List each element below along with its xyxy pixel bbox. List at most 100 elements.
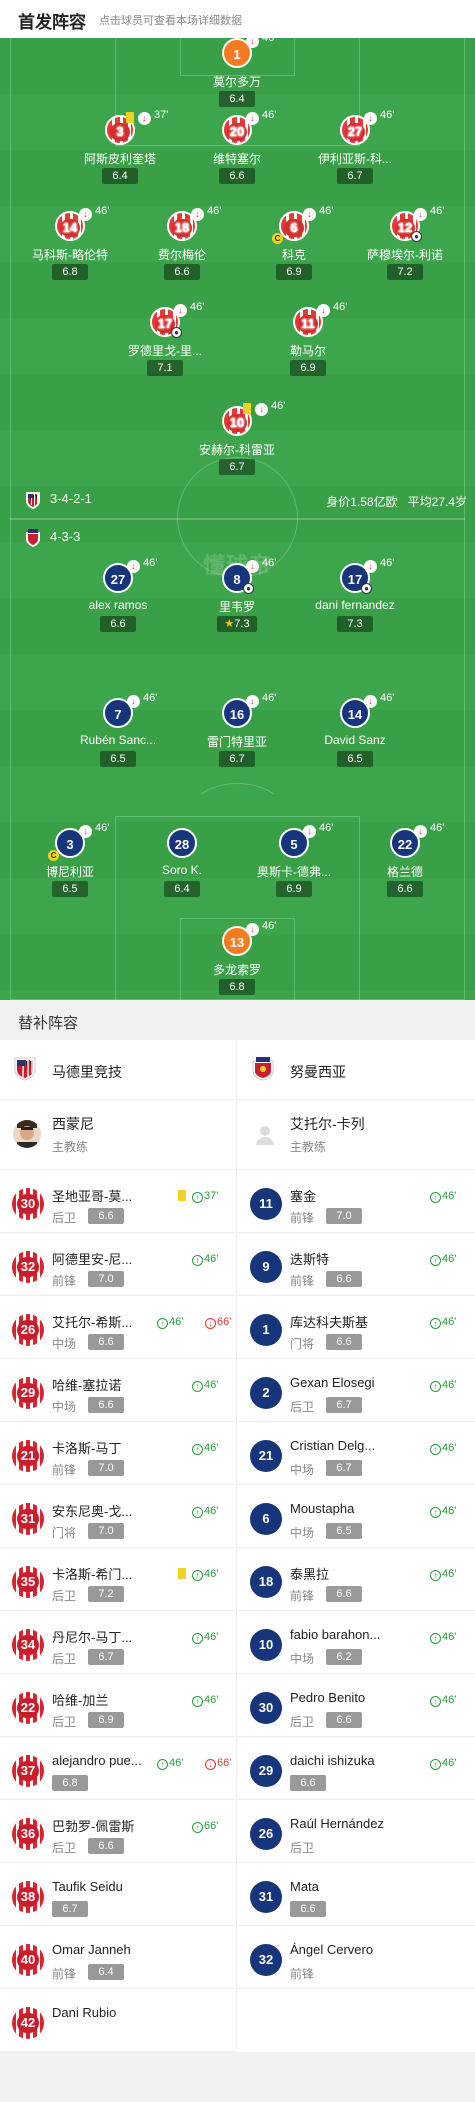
sub-player-name: 泰黑拉 [290, 1567, 330, 1582]
away-team-row[interactable]: 努曼西亚 [238, 1040, 475, 1100]
home-subs-row[interactable]: 38 Taufik Seidu 6.7 [0, 1863, 237, 1926]
sub-in-marker: ↑ 46' [430, 1757, 456, 1770]
home-formation: 3-4-2-1 [50, 491, 92, 506]
player-name: 罗德里戈-里... [128, 344, 202, 358]
home-subs-row[interactable]: 31 安东尼奥-戈... 门将 7.0 ↑ 46' [0, 1485, 237, 1548]
home-player-0[interactable]: 1 ↓ 46' 莫尔多万 6.4 [177, 38, 297, 108]
away-subs-row[interactable]: 30 Pedro Benito 后卫 6.6 ↑ 46' [238, 1674, 475, 1737]
sub-out-icon: ↓ [414, 825, 427, 838]
sub-rating: 6.7 [52, 1901, 88, 1917]
home-subs-row[interactable]: 35 卡洛斯-希门... 后卫 7.2 ↑ 46' [0, 1548, 237, 1611]
sub-rating: 6.6 [326, 1271, 362, 1287]
away-player-1[interactable]: 8 ↓ 46' ● 里韦罗 ★7.3 [177, 557, 297, 633]
sub-out-icon: ↓ [303, 208, 316, 221]
sub-out-icon: ↓ [364, 560, 377, 573]
sub-out-icon: ↓ [364, 112, 377, 125]
sub-player-name: Taufik Seidu [52, 1879, 123, 1894]
sub-rating: 6.6 [88, 1334, 124, 1350]
sub-out-icon: ↓ [205, 1759, 216, 1770]
home-player-1[interactable]: 3 ↓ 37' 阿斯皮利奎塔 6.4 [60, 109, 180, 185]
away-subs-row[interactable]: 26 Raúl Hernández 后卫 [238, 1800, 475, 1863]
away-player-10[interactable]: 13 ↓ 46' 多龙索罗 6.8 [177, 920, 297, 996]
away-subs-row[interactable]: 9 迭斯特 前锋 6.6 ↑ 46' [238, 1233, 475, 1296]
numancia-logo-icon [252, 1057, 274, 1081]
sub-out-marker: ↓ 66' [205, 1757, 231, 1770]
home-player-10[interactable]: 10 ↓ 46' 安赫尔-科雷亚 6.7 [177, 400, 297, 476]
sub-in-marker: ↑ 37' [192, 1190, 218, 1203]
away-player-2[interactable]: 17 ↓ 46' ● dani fernandez 7.3 [295, 557, 415, 633]
jersey-number: 22 [12, 1692, 44, 1724]
sub-player-name: Dani Rubio [52, 2005, 117, 2020]
home-subs-row[interactable]: 30 圣地亚哥-莫... 后卫 6.6 ↑ 37' [0, 1170, 237, 1233]
away-subs-row[interactable]: 11 塞金 前锋 7.0 ↑ 46' [238, 1170, 475, 1233]
away-coach-row[interactable]: 艾托尔-卡列 主教练 [238, 1100, 475, 1170]
away-player-4[interactable]: 16 ↓ 46' 雷门特里亚 6.7 [177, 692, 297, 768]
sub-minute: 46' [319, 822, 334, 834]
sub-out-icon: ↓ [414, 208, 427, 221]
home-player-4[interactable]: 14 ↓ 46' 马科斯-略伦特 6.8 [10, 205, 130, 281]
jersey-number: 32 [12, 1251, 44, 1283]
player-rating: ★7.3 [217, 616, 257, 632]
away-player-8[interactable]: 5 ↓ 46' 奥斯卡-德弗... 6.9 [234, 822, 354, 898]
home-player-5[interactable]: 18 ↓ 46' 费尔梅伦 6.6 [122, 205, 242, 281]
home-subs-row[interactable]: 32 阿德里安-尼... 前锋 7.0 ↑ 46' [0, 1233, 237, 1296]
sub-player-name: 塞金 [290, 1189, 317, 1204]
home-player-7[interactable]: 12 ↓ 46' ● 萨穆埃尔-利诺 7.2 [345, 205, 465, 281]
away-player-0[interactable]: 27 ↓ 46' alex ramos 6.6 [58, 557, 178, 633]
sub-position: 前锋 [52, 1967, 77, 1981]
home-player-2[interactable]: 20 ↓ 46' 维特塞尔 6.6 [177, 109, 297, 185]
away-subs-row[interactable]: 2 Gexan Elosegi 后卫 6.7 ↑ 46' [238, 1359, 475, 1422]
away-subs-row[interactable]: 31 Mata 6.6 [238, 1863, 475, 1926]
home-coach-role: 主教练 [52, 1140, 89, 1154]
home-coach-row[interactable]: 西蒙尼 主教练 [0, 1100, 237, 1170]
sub-in-marker: ↑ 46' [430, 1190, 456, 1203]
away-subs-row[interactable]: 21 Cristian Delg... 中场 6.7 ↑ 46' [238, 1422, 475, 1485]
home-subs-row[interactable]: 34 丹尼尔-马丁... 后卫 6.7 ↑ 46' [0, 1611, 237, 1674]
captain-badge-icon: C [48, 850, 59, 861]
home-subs-row[interactable]: 37 alejandro pue... 6.8 ↓ 66' ↑ 46' [0, 1737, 237, 1800]
player-rating: 6.7 [219, 459, 255, 475]
away-subs-row[interactable]: 32 Ángel Cervero 前锋 [238, 1926, 475, 1989]
sub-player-name: Gexan Elosegi [290, 1375, 375, 1390]
sub-position: 前锋 [52, 1463, 77, 1477]
away-player-5[interactable]: 14 ↓ 46' David Sanz 6.5 [295, 692, 415, 768]
sub-minute: 46' [380, 692, 395, 704]
home-player-3[interactable]: 27 ↓ 46' 伊利亚斯-科... 6.7 [295, 109, 415, 185]
sub-minute: 46' [143, 557, 158, 569]
sub-in-icon: ↑ [192, 1633, 203, 1644]
away-subs-row[interactable]: 18 泰黑拉 前锋 6.6 ↑ 46' [238, 1548, 475, 1611]
home-subs-row[interactable]: 36 巴勃罗-佩雷斯 后卫 6.6 ↑ 66' [0, 1800, 237, 1863]
away-subs-column: 努曼西亚 艾托尔-卡列 主教练 11 塞金 前锋 7.0 ↑ 46' 9 迭斯特 前锋 6.6 ↑ 4… [238, 1040, 475, 2050]
goal-ball-icon: ● [361, 583, 372, 594]
home-subs-row[interactable]: 21 卡洛斯-马丁 前锋 7.0 ↑ 46' [0, 1422, 237, 1485]
home-player-9[interactable]: 11 ↓ 46' 勒马尔 6.9 [248, 301, 368, 377]
home-player-6[interactable]: 6 ↓ 46' C 科克 6.9 [234, 205, 354, 281]
sub-minute: 46' [262, 109, 277, 121]
away-player-9[interactable]: 22 ↓ 46' 格兰德 6.6 [345, 822, 465, 898]
player-rating: 6.6 [219, 168, 255, 184]
player-rating: 6.7 [219, 751, 255, 767]
sub-rating: 6.7 [88, 1649, 124, 1665]
home-team-row[interactable]: 马德里竞技 [0, 1040, 237, 1100]
away-subs-row[interactable]: 10 fabio barahon... 中场 6.2 ↑ 46' [238, 1611, 475, 1674]
sub-in-icon: ↑ [430, 1444, 441, 1455]
sub-player-name: Cristian Delg... [290, 1438, 376, 1453]
home-subs-row[interactable]: 40 Omar Janneh 前锋 6.4 [0, 1926, 237, 1989]
away-subs-row[interactable]: 1 库达科夫斯基 门将 6.6 ↑ 46' [238, 1296, 475, 1359]
jersey-number: 18 [250, 1566, 282, 1598]
away-subs-row[interactable]: 6 Moustapha 中场 6.5 ↑ 46' [238, 1485, 475, 1548]
away-subs-row[interactable]: 29 daichi ishizuka 6.6 ↑ 46' [238, 1737, 475, 1800]
home-subs-row[interactable]: 29 哈维-塞拉诺 中场 6.6 ↑ 46' [0, 1359, 237, 1422]
sub-minute: 46' [95, 205, 110, 217]
goal-ball-icon: ● [171, 327, 182, 338]
away-player-7[interactable]: 28 Soro K. 6.4 [122, 828, 242, 898]
sub-position: 门将 [52, 1526, 77, 1540]
away-player-3[interactable]: 7 ↓ 46' Rubén Sanc... 6.5 [58, 692, 178, 768]
sub-minute: 46' [380, 109, 395, 121]
home-player-8[interactable]: 17 ↓ 46' ● 罗德里戈-里... 7.1 [105, 301, 225, 377]
away-player-6[interactable]: 3 ↓ 46' C 博尼利亚 6.5 [10, 822, 130, 898]
home-subs-row[interactable]: 42 Dani Rubio [0, 1989, 237, 2052]
player-name: 莫尔多万 [212, 75, 261, 89]
home-subs-row[interactable]: 22 哈维-加兰 后卫 6.9 ↑ 46' [0, 1674, 237, 1737]
home-subs-row[interactable]: 26 艾托尔-希斯... 中场 6.6 ↓ 66' ↑ 46' [0, 1296, 237, 1359]
